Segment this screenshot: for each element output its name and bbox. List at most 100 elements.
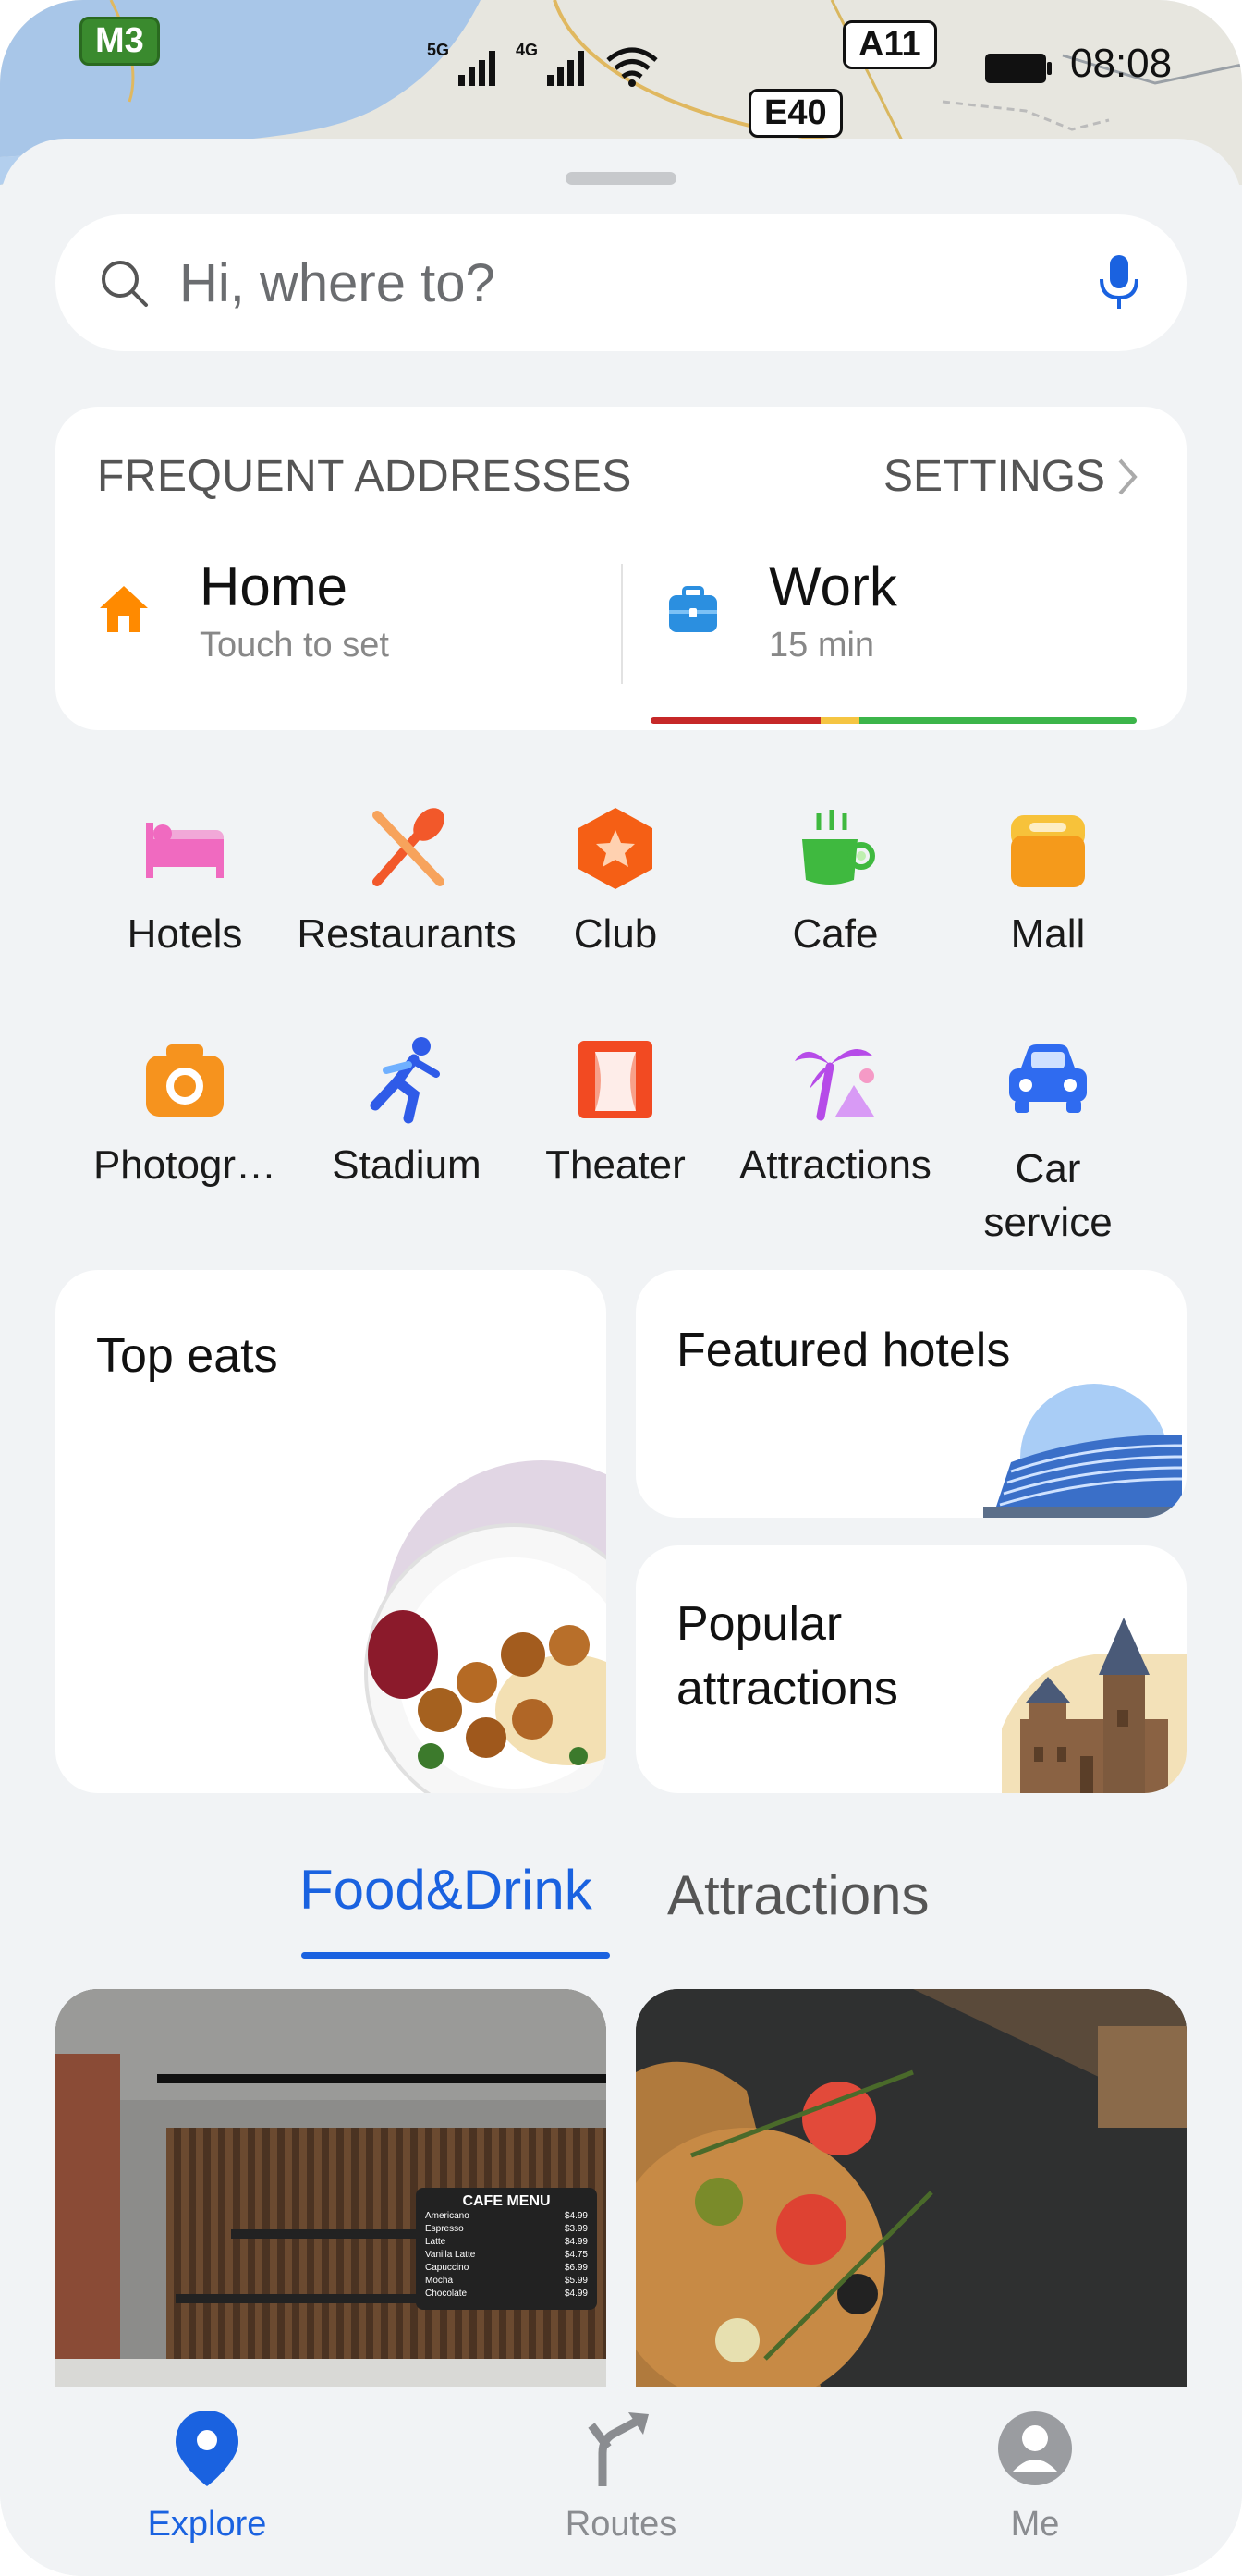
utensils-icon <box>372 808 444 886</box>
popular-attractions-line2: attractions <box>676 1662 898 1715</box>
search-icon <box>102 261 148 307</box>
category-mall[interactable]: Mall <box>937 802 1159 958</box>
avatar-icon <box>998 2411 1072 2485</box>
signal-4g-label: 4G <box>516 41 539 59</box>
category-cafe[interactable]: Cafe <box>724 802 946 958</box>
category-label: Photogr… <box>92 1142 277 1188</box>
popular-attractions-tile[interactable]: Popular attractions <box>636 1545 1187 1793</box>
home-subtitle: Touch to set <box>200 626 389 665</box>
menu-item-name: Vanilla Latte <box>425 2250 476 2260</box>
search-placeholder[interactable]: Hi, where to? <box>179 252 495 314</box>
meatball-plate-image <box>364 1460 606 1793</box>
search-bar[interactable]: Hi, where to? <box>55 214 1187 351</box>
category-label: Attractions <box>739 1142 932 1188</box>
menu-row: Capuccino $6.99 <box>425 2262 588 2275</box>
signal-5g-label: 5G <box>427 41 450 59</box>
menu-item-name: Latte <box>425 2237 446 2247</box>
category-car-service[interactable]: Car service <box>937 1033 1159 1250</box>
menu-item-price: $4.99 <box>564 2211 588 2221</box>
nav-routes-label: Routes <box>565 2505 677 2544</box>
cafe-menu-title: CAFE MENU <box>462 2193 551 2209</box>
popular-attractions-line1: Popular <box>676 1597 843 1651</box>
featured-hotels-tile[interactable]: Featured hotels <box>636 1270 1187 1518</box>
drag-handle[interactable] <box>566 172 676 185</box>
menu-row: Vanilla Latte $4.75 <box>425 2249 588 2262</box>
traffic-segment <box>821 717 860 724</box>
category-label: Club <box>573 911 658 957</box>
settings-label: SETTINGS <box>883 452 1105 501</box>
category-restaurants[interactable]: Restaurants <box>296 802 518 958</box>
popular-attractions-title: Popular attractions <box>676 1592 898 1721</box>
tab-food-drink[interactable]: Food&Drink <box>299 1858 592 1922</box>
signal-strength-icon <box>547 51 585 86</box>
nav-explore-label: Explore <box>147 2505 267 2544</box>
featured-hotels-title: Featured hotels <box>676 1324 1011 1377</box>
briefcase-icon <box>669 586 717 632</box>
clock: 08:08 <box>1070 41 1173 86</box>
chevron-right-icon <box>1118 458 1138 494</box>
menu-row: Americano $4.99 <box>425 2210 588 2223</box>
car-icon <box>1009 1044 1087 1113</box>
menu-item-price: $3.99 <box>564 2224 588 2234</box>
coffee-cup-icon <box>802 810 875 885</box>
top-eats-title: Top eats <box>96 1329 278 1383</box>
category-label: Hotels <box>127 911 243 957</box>
palm-tree-icon <box>795 1048 874 1121</box>
nav-explore[interactable]: Explore <box>96 2387 318 2553</box>
menu-item-price: $4.99 <box>564 2237 588 2247</box>
category-hotels[interactable]: Hotels <box>74 802 296 958</box>
nav-me[interactable]: Me <box>924 2387 1146 2553</box>
home-name: Home <box>200 555 348 617</box>
cafe-feed-card[interactable]: CAFE MENU Americano $4.99 Espresso $3.99 Lat… <box>55 1989 606 2387</box>
category-stadium[interactable]: Stadium <box>296 1033 518 1189</box>
menu-row: Chocolate $4.99 <box>425 2288 588 2301</box>
top-eats-tile[interactable]: Top eats <box>55 1270 606 1793</box>
bruschetta-image <box>636 1989 1187 2387</box>
category-label: Restaurants <box>297 911 517 957</box>
hotel-building-image <box>983 1384 1183 1518</box>
wifi-icon <box>606 47 658 87</box>
traffic-bar <box>651 717 1137 724</box>
menu-item-price: $4.75 <box>564 2250 588 2260</box>
category-theater[interactable]: Theater <box>505 1033 726 1189</box>
menu-item-price: $4.99 <box>564 2289 588 2299</box>
status-bar: 5G 4G <box>427 41 660 88</box>
road-badge-a11: A11 <box>843 20 937 69</box>
nav-me-label: Me <box>1010 2505 1060 2544</box>
battery-indicator <box>983 52 1053 90</box>
battery-icon <box>985 54 1052 83</box>
menu-row: Latte $4.99 <box>425 2236 588 2249</box>
shopping-bag-icon <box>1011 815 1085 887</box>
menu-item-price: $6.99 <box>564 2263 588 2273</box>
settings-link[interactable]: SETTINGS <box>883 451 1140 502</box>
address-divider <box>621 564 623 684</box>
bruschetta-feed-card[interactable] <box>636 1989 1187 2387</box>
home-icon <box>100 586 148 632</box>
location-pin-icon <box>176 2411 238 2486</box>
bottom-navigation: Explore Routes Me <box>0 2387 1242 2576</box>
phone-screen: M3 A11 E40 5G 4G 08:08 Hi, where to? FRE… <box>0 0 1242 2576</box>
work-name: Work <box>769 555 897 617</box>
menu-row: Espresso $3.99 <box>425 2223 588 2236</box>
cafe-menu-items: Americano $4.99 Espresso $3.99 Latte $4.99 Van… <box>425 2210 588 2301</box>
category-club[interactable]: Club <box>505 802 726 958</box>
nav-routes[interactable]: Routes <box>510 2387 732 2553</box>
star-hexagon-icon <box>578 808 652 889</box>
fork-arrow-icon <box>588 2412 649 2486</box>
category-photogr[interactable]: Photogr… <box>74 1033 296 1189</box>
work-address[interactable]: Work 15 min <box>651 545 1164 724</box>
category-label: Stadium <box>332 1142 481 1188</box>
category-label: Cafe <box>792 911 879 957</box>
menu-item-name: Mocha <box>425 2276 454 2286</box>
category-label: Theater <box>545 1142 686 1188</box>
frequent-addresses-title: FREQUENT ADDRESSES <box>97 452 632 501</box>
category-attractions[interactable]: Attractions <box>724 1033 946 1189</box>
work-subtitle: 15 min <box>769 626 875 665</box>
traffic-segment <box>859 717 1137 724</box>
road-badge-m3: M3 <box>79 17 160 66</box>
menu-item-price: $5.99 <box>564 2276 588 2286</box>
microphone-icon[interactable] <box>1096 253 1142 312</box>
traffic-segment <box>651 717 822 724</box>
tab-attractions[interactable]: Attractions <box>667 1863 929 1927</box>
home-address[interactable]: Home Touch to set <box>96 545 614 693</box>
